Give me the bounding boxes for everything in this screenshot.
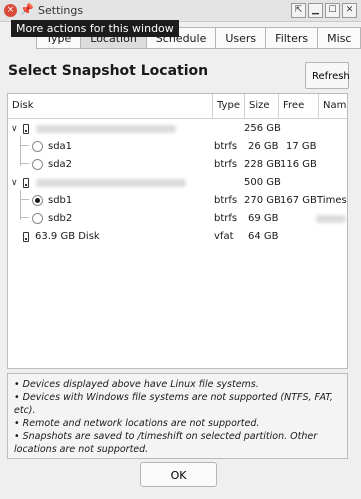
table-row-sdb2[interactable]: sdb2 btrfs 69 GB [8, 210, 347, 228]
table-row-sda2[interactable]: sda2 btrfs 228 GB 116 GB [8, 156, 347, 174]
maximize-icon[interactable]: ☐ [325, 3, 340, 18]
column-type[interactable]: Type [212, 94, 244, 118]
chevron-down-icon[interactable]: ∨ [11, 120, 18, 138]
radio-sdb2[interactable] [32, 213, 43, 224]
partition-name: sdb1 [48, 195, 73, 206]
partition-type: btrfs [214, 195, 238, 206]
redacted-name [316, 215, 346, 223]
partition-type: btrfs [214, 159, 238, 170]
tab-users[interactable]: Users [216, 27, 267, 49]
column-disk[interactable]: Disk [8, 94, 212, 118]
table-row-disk-sda[interactable]: ∨ 256 GB [8, 120, 347, 138]
window-actions-tooltip: More actions for this window [11, 20, 179, 37]
partition-free: 17 GB [286, 141, 317, 152]
window-controls: ⇱ ▁ ☐ ✕ [291, 3, 357, 18]
window-close-icon[interactable]: ✕ [342, 3, 357, 18]
radio-sda1[interactable] [32, 141, 43, 152]
drive-icon [23, 232, 29, 242]
table-row-usb-disk[interactable]: 63.9 GB Disk vfat 64 GB [8, 228, 347, 246]
note-timeshift-path: • Snapshots are saved to /timeshift on s… [14, 431, 318, 455]
page-title: Select Snapshot Location [8, 63, 209, 79]
partition-size: 228 GB [244, 159, 281, 170]
table-row-disk-sdb[interactable]: ∨ 500 GB [8, 174, 347, 192]
table-row-sdb1[interactable]: sdb1 btrfs 270 GB 167 GB Timesh [8, 192, 347, 210]
partition-name: sda1 [48, 141, 73, 152]
note-linux-fs: • Devices displayed above have Linux fil… [14, 379, 259, 390]
disk-size: 64 GB [248, 231, 279, 242]
info-notes: • Devices displayed above have Linux fil… [7, 373, 348, 459]
disk-table: Disk Type Size Free Name ∨ 256 GB sda1 b… [7, 93, 348, 369]
partition-free: 116 GB [280, 159, 317, 170]
keep-above-icon[interactable]: ⇱ [291, 3, 306, 18]
disk-name: 63.9 GB Disk [35, 231, 100, 242]
drive-icon [23, 178, 29, 188]
chevron-down-icon[interactable]: ∨ [11, 174, 18, 192]
disk-size: 500 GB [244, 177, 281, 188]
tab-misc[interactable]: Misc [318, 27, 361, 49]
refresh-button[interactable]: Refresh [305, 62, 350, 89]
column-size[interactable]: Size [244, 94, 278, 118]
partition-size: 270 GB [244, 195, 281, 206]
note-remote: • Remote and network locations are not s… [14, 418, 260, 429]
partition-type: btrfs [214, 213, 238, 224]
minimize-icon[interactable]: ▁ [308, 3, 323, 18]
partition-type: btrfs [214, 141, 238, 152]
partition-size: 26 GB [248, 141, 279, 152]
title-bar: × 📌 Settings ⇱ ▁ ☐ ✕ [0, 0, 361, 22]
drive-icon [23, 124, 29, 134]
window-title: Settings [38, 4, 84, 17]
disk-type: vfat [214, 231, 234, 242]
redacted-disk-name [36, 179, 186, 187]
ok-button[interactable]: OK [140, 462, 217, 487]
disk-size: 256 GB [244, 123, 281, 134]
table-header: Disk Type Size Free Name [8, 94, 347, 119]
radio-sda2[interactable] [32, 159, 43, 170]
column-free[interactable]: Free [278, 94, 318, 118]
table-row-sda1[interactable]: sda1 btrfs 26 GB 17 GB [8, 138, 347, 156]
tab-filters[interactable]: Filters [266, 27, 319, 49]
close-icon[interactable]: × [4, 4, 17, 17]
partition-size: 69 GB [248, 213, 279, 224]
partition-name: sdb2 [48, 213, 73, 224]
redacted-disk-name [36, 125, 176, 133]
partition-snapshot-name: Timesh [317, 195, 347, 206]
note-windows-fs: • Devices with Windows file systems are … [14, 392, 333, 416]
partition-free: 167 GB [280, 195, 317, 206]
partition-name: sda2 [48, 159, 73, 170]
radio-sdb1[interactable] [32, 195, 43, 206]
column-name[interactable]: Name [318, 94, 347, 118]
pin-icon[interactable]: 📌 [20, 3, 34, 16]
